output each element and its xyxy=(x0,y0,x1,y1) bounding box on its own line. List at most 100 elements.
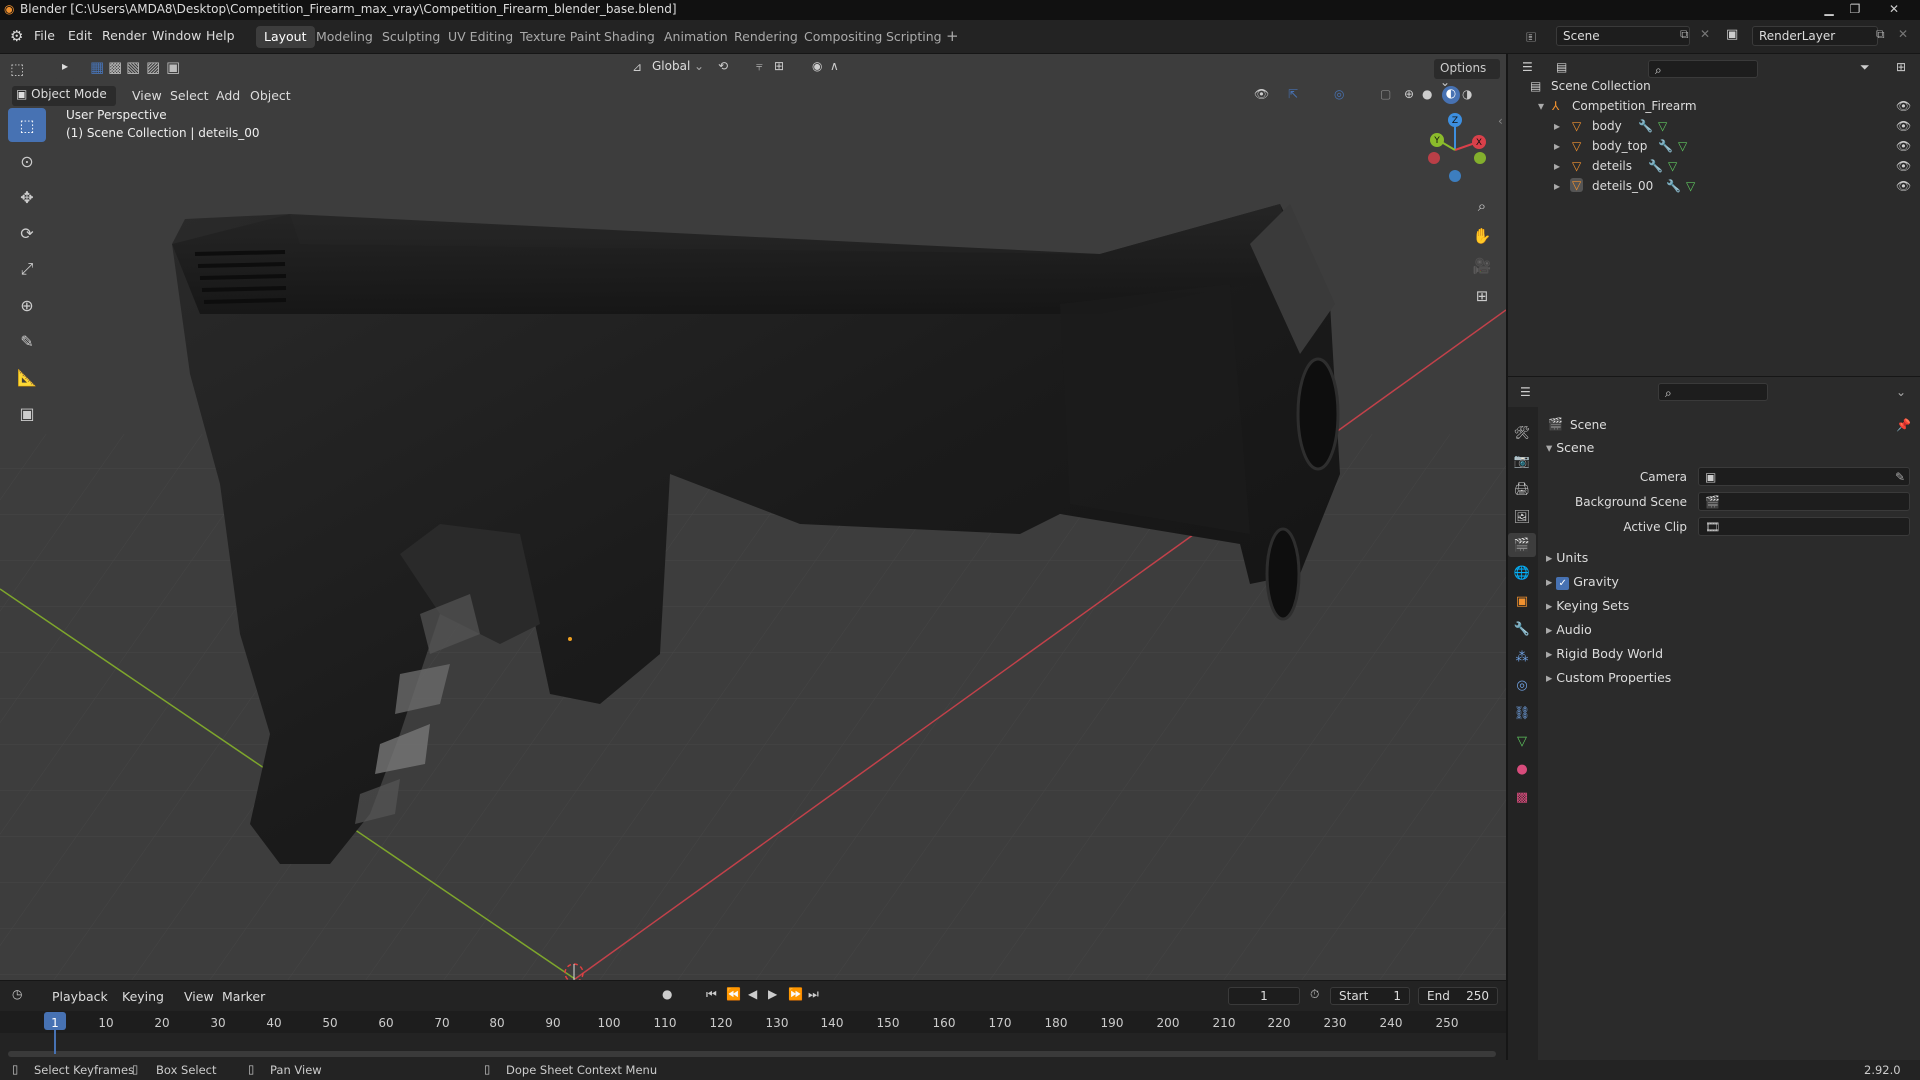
zoom-icon[interactable]: ⌕ xyxy=(1468,192,1496,220)
scene-tab-icon[interactable]: 🎬 xyxy=(1508,533,1536,557)
jump-to-end-icon[interactable]: ⏭ xyxy=(808,987,819,1002)
disclosure-triangle-icon[interactable]: ▸ xyxy=(1554,159,1560,173)
menu-help[interactable]: Help xyxy=(206,28,235,43)
overlays-toggle-icon[interactable]: ◎ xyxy=(1334,87,1344,101)
select-mode-subtract-icon[interactable]: ▧ xyxy=(126,58,140,76)
move-tool-icon[interactable]: ✥ xyxy=(8,180,46,214)
workspace-tab-shading[interactable]: Shading xyxy=(596,26,663,48)
outliner-row-object-active[interactable]: ▸ ▽ deteils_00 🔧 ▽ 👁 xyxy=(1508,176,1920,196)
select-tool-icon[interactable]: ▸ xyxy=(54,59,76,79)
start-frame-field[interactable]: Start 1 xyxy=(1330,987,1410,1005)
tool-tab-icon[interactable]: 🛠 xyxy=(1508,421,1536,445)
outliner-row-object[interactable]: ▸ ▽ deteils 🔧 ▽ 👁 xyxy=(1508,156,1920,176)
minimize-icon[interactable]: ▁ xyxy=(1816,0,1842,20)
panel-gravity[interactable]: ▸ ✓ Gravity xyxy=(1546,574,1619,590)
menu-file[interactable]: File xyxy=(34,28,55,43)
navigation-gizmo[interactable]: Z X Y xyxy=(1420,110,1490,190)
annotate-tool-icon[interactable]: ✎ xyxy=(8,324,46,358)
eye-icon[interactable]: 👁 xyxy=(1896,119,1911,133)
menu-window[interactable]: Window xyxy=(152,28,201,43)
snap-icon[interactable]: ⫧ xyxy=(756,59,763,74)
eyedropper-icon[interactable]: ✎ xyxy=(1895,470,1905,484)
gizmo-toggle-icon[interactable]: ⇱ xyxy=(1288,87,1298,101)
eye-icon[interactable]: 👁 xyxy=(1896,159,1911,173)
display-mode-icon[interactable]: ▤ xyxy=(1556,60,1567,74)
pin-icon[interactable]: 📌 xyxy=(1896,418,1911,432)
delete-render-layer-icon[interactable]: ✕ xyxy=(1898,27,1908,41)
scale-tool-icon[interactable]: ⤢ xyxy=(8,252,46,286)
eye-icon[interactable]: 👁 xyxy=(1896,179,1911,193)
current-frame-field[interactable]: 1 xyxy=(1228,987,1300,1005)
workspace-tab-texture-paint[interactable]: Texture Paint xyxy=(512,26,609,48)
new-collection-icon[interactable]: ⊞ xyxy=(1896,60,1906,74)
workspace-tab-modeling[interactable]: Modeling xyxy=(308,26,381,48)
solid-shading-icon[interactable]: ● xyxy=(1422,87,1432,101)
workspace-tab-sculpting[interactable]: Sculpting xyxy=(374,26,448,48)
add-cube-tool-icon[interactable]: ▣ xyxy=(8,396,46,430)
outliner-row-object[interactable]: ▸ ▽ body 🔧 ▽ 👁 xyxy=(1508,116,1920,136)
play-reverse-icon[interactable]: ◀ xyxy=(748,987,757,1001)
timeline-menu-keying[interactable]: Keying xyxy=(122,989,164,1004)
timeline-menu-marker[interactable]: Marker xyxy=(222,989,265,1004)
new-scene-icon[interactable]: ⧉ xyxy=(1680,27,1689,42)
delete-scene-icon[interactable]: ✕ xyxy=(1700,27,1710,41)
viewport-menu-select[interactable]: Select xyxy=(170,88,209,103)
properties-editor-icon[interactable]: ☰ xyxy=(1520,385,1531,399)
timeline-menu-playback[interactable]: Playback xyxy=(52,989,108,1004)
panel-rigid-body-world[interactable]: ▸ Rigid Body World xyxy=(1546,646,1663,661)
timeline-scrollbar[interactable] xyxy=(8,1051,1496,1057)
properties-search-input[interactable]: ⌕ xyxy=(1658,383,1768,401)
workspace-tab-layout[interactable]: Layout xyxy=(256,26,315,48)
world-tab-icon[interactable]: 🌐 xyxy=(1508,561,1536,585)
disclosure-triangle-icon[interactable]: ▾ xyxy=(1538,99,1544,113)
scene-selector[interactable]: Scene xyxy=(1556,26,1690,46)
workspace-tab-scripting[interactable]: Scripting xyxy=(878,26,950,48)
scene-icon[interactable]: 🗉 xyxy=(1526,27,1536,51)
new-render-layer-icon[interactable]: ⧉ xyxy=(1876,27,1885,42)
workspace-tab-uv-editing[interactable]: UV Editing xyxy=(440,26,521,48)
transform-tool-icon[interactable]: ⊕ xyxy=(8,288,46,322)
play-icon[interactable]: ▶ xyxy=(768,987,777,1001)
blender-menu-icon[interactable]: ⚙ xyxy=(10,27,23,45)
outliner-row-object[interactable]: ▸ ▽ body_top 🔧 ▽ 👁 xyxy=(1508,136,1920,156)
measure-tool-icon[interactable]: 📐 xyxy=(8,360,46,394)
jump-keyframe-back-icon[interactable]: ⏪ xyxy=(726,987,741,1001)
add-workspace-icon[interactable]: + xyxy=(946,27,959,45)
panel-custom-properties[interactable]: ▸ Custom Properties xyxy=(1546,670,1671,685)
timeline-menu-view[interactable]: View xyxy=(184,989,214,1004)
falloff-icon[interactable]: ∧ xyxy=(830,59,839,73)
object-mode-dropdown[interactable]: ▣ Object Mode ⌄ xyxy=(12,86,116,115)
disclosure-triangle-icon[interactable]: ▸ xyxy=(1554,119,1560,133)
options-dropdown[interactable]: Options ⌄ xyxy=(1434,59,1500,89)
3d-viewport[interactable]: ⬚ ▸ ▦ ▩ ▧ ▨ ▣ ⊿ Global ⌄ ⟲ ⫧ ⊞ ◉ ∧ Optio… xyxy=(0,54,1506,980)
proportional-editing-icon[interactable]: ◉ xyxy=(812,59,822,73)
material-shading-icon[interactable]: ◐ xyxy=(1442,86,1460,104)
menu-edit[interactable]: Edit xyxy=(68,28,92,43)
cursor-tool-icon[interactable]: ⊙ xyxy=(8,144,46,178)
timeline-editor-icon[interactable]: ◷ xyxy=(12,987,22,1001)
select-box-tool-icon[interactable]: ⬚ xyxy=(8,108,46,142)
chevron-down-icon[interactable]: ⌄ xyxy=(1896,385,1906,399)
preview-range-clock-icon[interactable]: ⏱ xyxy=(1310,987,1319,1002)
panel-units[interactable]: ▸ Units xyxy=(1546,550,1588,565)
camera-field[interactable]: ▣ ✎ xyxy=(1698,467,1910,486)
outliner-row-scene-collection[interactable]: ▤ Scene Collection xyxy=(1508,76,1920,96)
viewport-menu-add[interactable]: Add xyxy=(216,88,240,103)
data-tab-icon[interactable]: ▽ xyxy=(1508,729,1536,753)
select-mode-extend-icon[interactable]: ▩ xyxy=(108,58,122,76)
jump-to-start-icon[interactable]: ⏮ xyxy=(706,987,717,1002)
ortho-toggle-icon[interactable]: ⊞ xyxy=(1468,282,1496,310)
background-scene-field[interactable]: 🎬 xyxy=(1698,492,1910,511)
texture-tab-icon[interactable]: ▩ xyxy=(1508,785,1536,809)
physics-tab-icon[interactable]: ◎ xyxy=(1508,673,1536,697)
pan-hand-icon[interactable]: ✋ xyxy=(1468,222,1496,250)
auto-keying-record-icon[interactable]: ● xyxy=(662,987,672,1001)
sidebar-toggle-icon[interactable]: ‹ xyxy=(1498,114,1503,128)
area-divider[interactable] xyxy=(1506,54,1508,1060)
select-mode-new-icon[interactable]: ▦ xyxy=(90,58,104,76)
modifier-tab-icon[interactable]: 🔧 xyxy=(1508,617,1536,641)
gravity-checkbox[interactable]: ✓ xyxy=(1556,577,1570,590)
editor-type-icon[interactable]: ⬚ xyxy=(10,60,24,78)
workspace-tab-compositing[interactable]: Compositing xyxy=(796,26,890,48)
material-tab-icon[interactable]: ● xyxy=(1508,757,1536,781)
